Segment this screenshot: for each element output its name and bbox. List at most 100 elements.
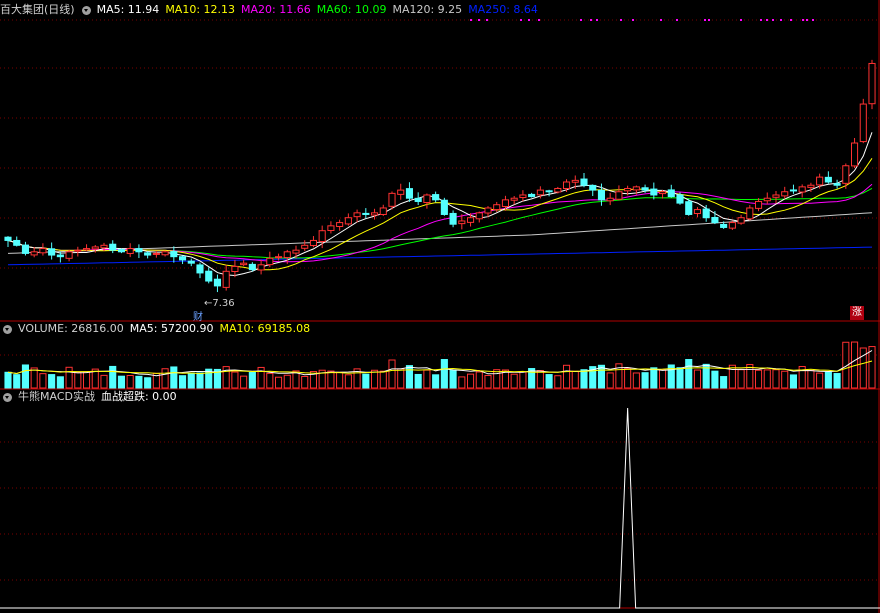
volume-bar xyxy=(816,372,824,389)
candle-body xyxy=(353,212,361,218)
candle-body xyxy=(48,248,56,256)
candle-body xyxy=(842,165,850,184)
candle-body xyxy=(597,189,606,201)
indicator-name: 牛熊MACD实战 xyxy=(18,390,95,403)
candle-body xyxy=(685,201,693,215)
ma10-line xyxy=(7,158,873,271)
candle-body xyxy=(519,194,527,199)
volume-bar xyxy=(685,359,693,389)
candle-body xyxy=(39,248,47,254)
volume-bar xyxy=(519,371,527,389)
signal-dot xyxy=(812,19,814,21)
volume-bar xyxy=(266,372,274,389)
volume-bar xyxy=(301,375,309,389)
ma-legend-item: MA20: 11.66 xyxy=(241,3,311,16)
limit-up-marker[interactable]: 涨 xyxy=(850,306,864,320)
candle-body xyxy=(440,199,448,215)
candle-body xyxy=(658,191,667,195)
volume-bar xyxy=(283,374,291,389)
stock-name: 百大集团(日线) xyxy=(0,3,75,16)
ma-legend-item: MA120: 9.25 xyxy=(392,3,463,16)
candle-body xyxy=(397,189,405,195)
candle-body xyxy=(571,179,579,183)
signal-dot xyxy=(632,19,634,21)
candle-body xyxy=(144,252,152,256)
candle-body xyxy=(274,256,283,259)
volume-bar xyxy=(423,369,431,389)
candle-body xyxy=(74,249,82,252)
volume-bar xyxy=(178,375,187,389)
candle-body xyxy=(615,191,623,200)
volume-bar xyxy=(379,370,387,389)
signal-dot xyxy=(478,19,480,21)
candle-body xyxy=(737,217,745,224)
volume-bar xyxy=(344,374,352,389)
candle-body xyxy=(336,222,344,227)
volume-bar xyxy=(240,375,248,389)
candle-body xyxy=(676,194,684,204)
candle-body xyxy=(205,270,213,282)
volume-bar xyxy=(562,364,571,389)
candle-body xyxy=(606,197,614,202)
indicator-toggle-icon[interactable] xyxy=(3,392,12,402)
volume-bar xyxy=(571,370,579,389)
volume-bar xyxy=(327,370,335,389)
candle-body xyxy=(833,183,841,186)
signal-dot xyxy=(740,19,742,21)
indicator-value: 血战超跌: 0.00 xyxy=(100,390,177,403)
volume-bar xyxy=(144,377,152,389)
volume-bar xyxy=(21,364,30,389)
candle-body xyxy=(405,188,414,199)
volume-bar xyxy=(807,369,815,389)
volume-bar xyxy=(510,373,518,389)
signal-dot xyxy=(708,19,710,21)
candle-body xyxy=(763,197,771,202)
volume-bar xyxy=(754,369,763,389)
candle-body xyxy=(432,194,440,201)
volume-bar xyxy=(676,367,684,389)
main-panel-header: 百大集团(日线) MA5: 11.94 MA10: 12.13 MA20: 11.6… xyxy=(0,1,544,19)
candle-body xyxy=(807,184,815,188)
volume-bar xyxy=(65,366,73,389)
volume-bar xyxy=(74,371,82,389)
candle-body xyxy=(379,207,387,215)
volume-ma10: MA10: 69185.08 xyxy=(219,322,311,335)
signal-dot xyxy=(486,19,488,21)
volume-bar xyxy=(536,370,544,389)
signal-dot xyxy=(520,19,522,21)
volume-bar xyxy=(440,359,448,389)
volume-bar xyxy=(624,368,632,389)
kline-chart[interactable] xyxy=(0,0,880,613)
candle-body xyxy=(414,197,422,202)
volume-bar xyxy=(362,373,370,389)
volume-value: VOLUME: 26816.00 xyxy=(18,322,124,335)
volume-bar xyxy=(833,373,841,389)
candle-body xyxy=(292,249,300,254)
candle-body xyxy=(711,216,719,224)
candle-body xyxy=(650,188,658,196)
candle-body xyxy=(746,207,754,220)
ma-toggle-icon[interactable] xyxy=(81,5,91,15)
candle-body xyxy=(720,223,728,228)
candle-body xyxy=(493,204,501,211)
ma5-line xyxy=(7,132,873,277)
volume-bar xyxy=(772,369,780,389)
indicator-line xyxy=(0,407,880,609)
candle-body xyxy=(798,186,806,193)
candle-body xyxy=(528,193,536,198)
signal-dot xyxy=(580,19,582,21)
volume-toggle-icon[interactable] xyxy=(3,324,12,334)
volume-bar xyxy=(824,371,832,389)
candle-body xyxy=(458,220,466,225)
volume-bar xyxy=(370,369,379,389)
volume-bar xyxy=(763,369,771,389)
signal-dot xyxy=(620,19,622,21)
candle-body xyxy=(327,225,335,232)
candle-body xyxy=(283,251,291,259)
volume-bar xyxy=(170,366,178,389)
volume-bar xyxy=(632,372,640,389)
candle-body xyxy=(562,181,571,190)
candle-body xyxy=(65,251,73,259)
volume-bar xyxy=(109,365,117,389)
candle-body xyxy=(449,212,457,225)
